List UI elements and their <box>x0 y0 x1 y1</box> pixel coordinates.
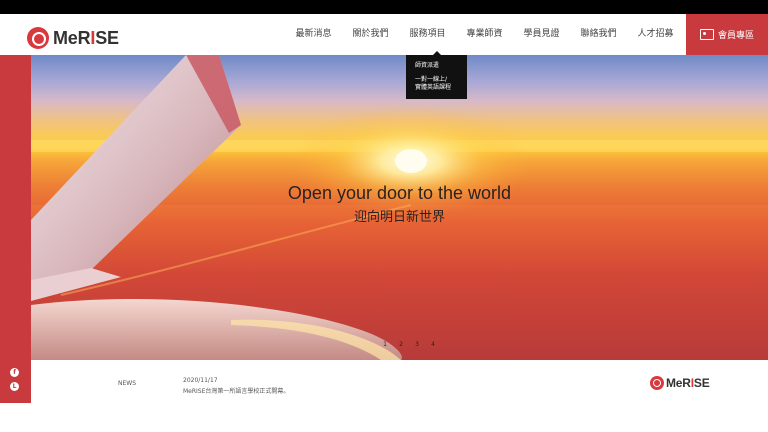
nav-item-news[interactable]: 最新消息 <box>285 14 342 55</box>
member-card-icon <box>699 29 714 40</box>
dropdown-item-english-course[interactable]: 實體英語課程 <box>415 84 451 91</box>
nav-item-careers[interactable]: 人才招募 <box>627 14 684 55</box>
main-nav: 最新消息 關於我們 服務項目 專業師資 學員見證 聯絡我們 人才招募 <box>285 14 684 55</box>
logo-globe-icon <box>27 27 49 49</box>
member-area-button[interactable]: 會員專區 <box>686 14 768 55</box>
nav-item-about[interactable]: 關於我們 <box>342 14 399 55</box>
services-dropdown-menu: 師資派遣 一對一線上/ 實體英語課程 <box>406 51 467 99</box>
line-icon[interactable]: L <box>10 382 19 391</box>
news-logo-text: MeRISE <box>666 376 710 390</box>
site-logo[interactable]: MeRISE <box>27 26 119 50</box>
news-logo-globe-icon <box>650 376 664 390</box>
nav-item-contact[interactable]: 聯絡我們 <box>570 14 627 55</box>
news-date: 2020/11/17 <box>183 377 218 384</box>
slide-dot-4[interactable]: 4 <box>425 341 441 348</box>
nav-item-teachers[interactable]: 專業師資 <box>456 14 513 55</box>
news-ticker: NEWS 2020/11/17 MeRISE台灣第一所語言學校正式開幕。 MeR… <box>36 360 732 403</box>
dropdown-item-one-on-one[interactable]: 一對一線上/ <box>415 76 447 83</box>
news-title-link[interactable]: MeRISE台灣第一所語言學校正式開幕。 <box>183 386 289 395</box>
nav-item-testimonials[interactable]: 學員見證 <box>513 14 570 55</box>
dropdown-item-teacher-dispatch[interactable]: 師資派遣 <box>415 62 439 69</box>
logo-text: MeRISE <box>53 27 119 48</box>
slide-dot-1[interactable]: 1 <box>377 341 393 348</box>
slide-pagination: 1 2 3 4 <box>377 341 441 348</box>
nav-item-services[interactable]: 服務項目 <box>399 14 456 55</box>
top-bar <box>0 0 768 14</box>
page-bottom-area <box>0 403 768 432</box>
facebook-icon[interactable]: f <box>10 368 19 377</box>
hero-banner: Open your door to the world 迎向明日新世界 1 2 … <box>31 55 768 360</box>
news-logo: MeRISE <box>650 376 710 390</box>
news-label: NEWS <box>118 380 137 387</box>
member-area-label: 會員專區 <box>717 31 754 41</box>
slide-dot-3[interactable]: 3 <box>409 341 425 348</box>
site-header: MeRISE 最新消息 關於我們 服務項目 專業師資 學員見證 聯絡我們 人才招… <box>0 14 768 55</box>
hero-title-en: Open your door to the world <box>287 183 512 203</box>
social-sidebar: f L <box>0 55 31 403</box>
hero-title-zh: 迎向明日新世界 <box>353 210 445 225</box>
slide-dot-2[interactable]: 2 <box>393 341 409 348</box>
